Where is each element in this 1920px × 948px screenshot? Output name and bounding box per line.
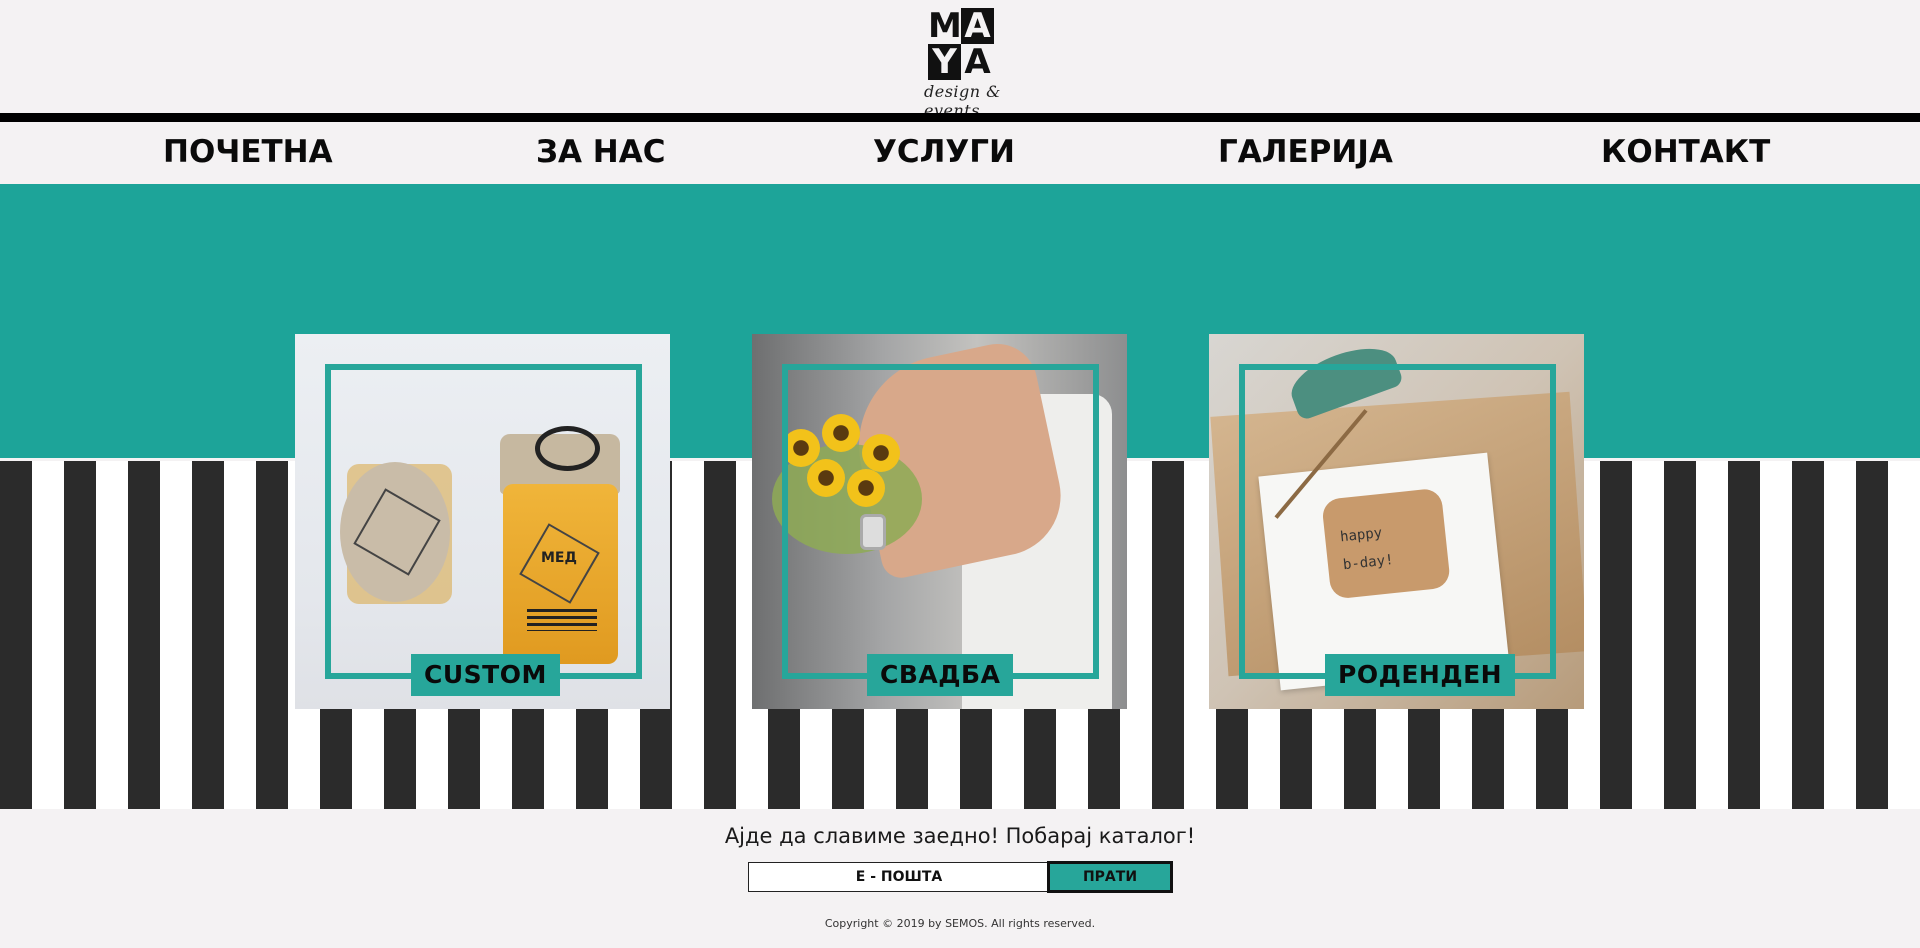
nav-item-gallery[interactable]: ГАЛЕРИЈА — [1218, 132, 1393, 172]
card-label-custom[interactable]: CUSTOM — [411, 654, 560, 696]
send-button[interactable]: ПРАТИ — [1047, 861, 1173, 893]
card-wedding[interactable]: СВАДБА — [752, 334, 1127, 709]
nav-item-about[interactable]: ЗА НАС — [536, 132, 666, 172]
catalog-tagline: Ајде да славиме заедно! Побарај каталог! — [724, 824, 1196, 848]
card-frame — [782, 364, 1099, 679]
card-label-birthday[interactable]: РОДЕНДЕН — [1325, 654, 1516, 696]
logo-letter-y: Y — [928, 44, 961, 80]
nav-item-contact[interactable]: КОНТАКТ — [1601, 132, 1770, 172]
header-divider — [0, 113, 1920, 122]
logo-letter-m: M — [928, 6, 962, 46]
card-custom[interactable]: МЕД CUSTOM — [295, 334, 670, 709]
site-header: M A Y A design & events — [0, 0, 1920, 120]
copyright-text: Copyright © 2019 by SEMOS. All rights re… — [824, 917, 1096, 930]
email-input[interactable] — [748, 862, 1050, 892]
card-label-wedding[interactable]: СВАДБА — [867, 654, 1014, 696]
maya-logo[interactable]: M A Y A design & events — [924, 8, 1044, 120]
card-frame — [325, 364, 642, 679]
logo-letter-a: A — [961, 8, 994, 44]
nav-item-services[interactable]: УСЛУГИ — [873, 132, 1015, 172]
logo-monogram: M A Y A — [928, 8, 994, 80]
nav-item-home[interactable]: ПОЧЕТНА — [163, 132, 333, 172]
card-birthday[interactable]: happy b-day! РОДЕНДЕН — [1209, 334, 1584, 709]
logo-letter-a2: A — [964, 42, 991, 82]
main-nav: ПОЧЕТНА ЗА НАС УСЛУГИ ГАЛЕРИЈА КОНТАКТ — [0, 122, 1920, 184]
card-frame — [1239, 364, 1556, 679]
